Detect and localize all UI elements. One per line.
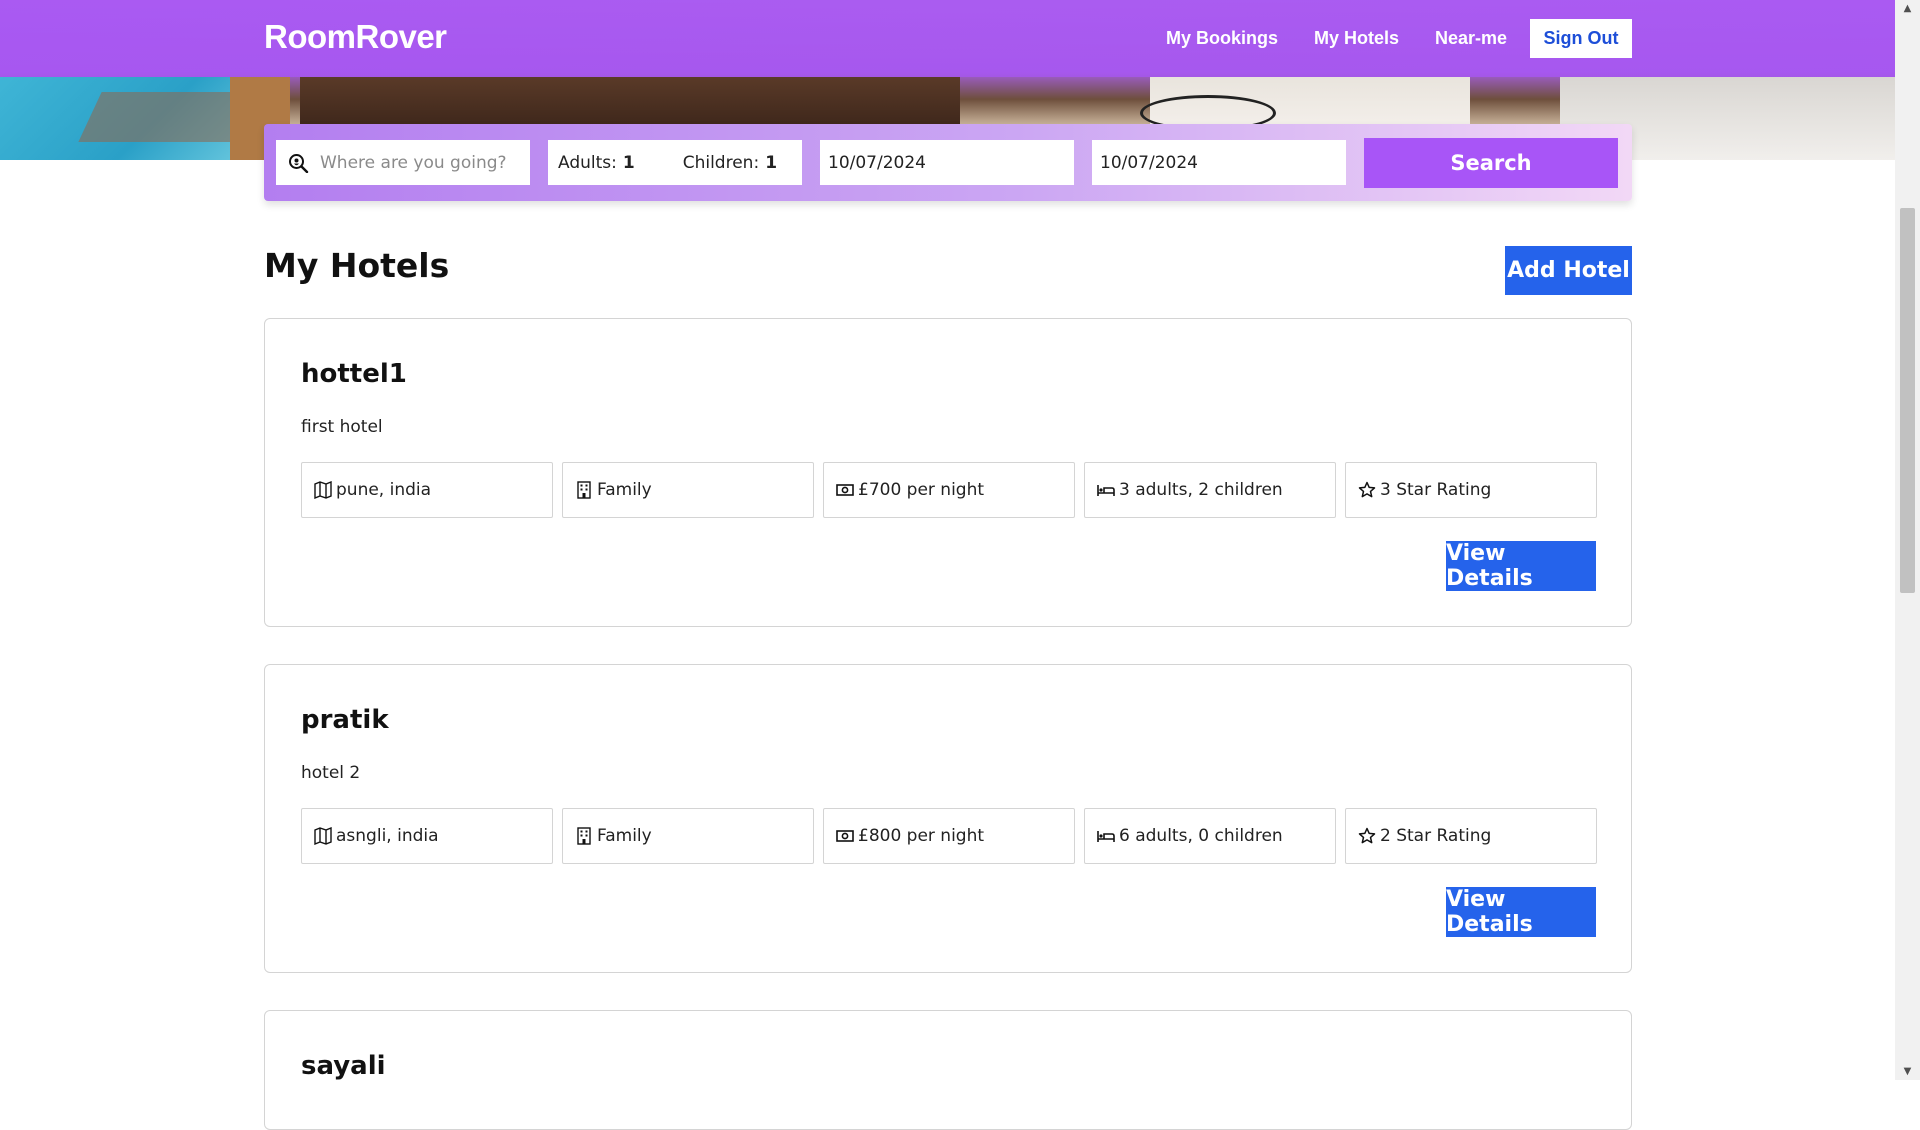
search-button[interactable]: Search bbox=[1364, 138, 1618, 188]
hotel-name: pratik bbox=[301, 705, 389, 735]
add-hotel-button[interactable]: Add Hotel bbox=[1505, 246, 1632, 295]
view-details-button[interactable]: View Details bbox=[1446, 541, 1596, 591]
building-icon bbox=[575, 827, 593, 845]
building-icon bbox=[575, 481, 593, 499]
hotel-type-text: Family bbox=[597, 480, 652, 500]
bed-icon bbox=[1097, 481, 1115, 499]
hotel-card: sayali bbox=[264, 1010, 1632, 1130]
page-scrollbar[interactable]: ▲ ▼ bbox=[1895, 0, 1920, 1080]
page-title: My Hotels bbox=[264, 246, 450, 285]
hotel-name: sayali bbox=[301, 1051, 386, 1081]
star-icon bbox=[1358, 827, 1376, 845]
star-icon bbox=[1358, 481, 1376, 499]
hotel-price-text: £800 per night bbox=[858, 826, 985, 846]
hotel-guests-text: 3 adults, 2 children bbox=[1119, 480, 1283, 500]
hotel-description: hotel 2 bbox=[301, 763, 361, 783]
hotel-price: £700 per night bbox=[823, 462, 1075, 518]
money-icon bbox=[836, 827, 854, 845]
hotel-rating: 3 Star Rating bbox=[1345, 462, 1597, 518]
sign-out-button[interactable]: Sign Out bbox=[1530, 19, 1632, 58]
adults-value[interactable]: 1 bbox=[623, 153, 635, 173]
check-out-date-input[interactable]: 10/07/2024 bbox=[1092, 140, 1346, 185]
bed-icon bbox=[1097, 827, 1115, 845]
hotel-name: hottel1 bbox=[301, 359, 407, 389]
hotel-rating-text: 3 Star Rating bbox=[1380, 480, 1492, 500]
nav-my-bookings[interactable]: My Bookings bbox=[1166, 28, 1278, 49]
hotel-type: Family bbox=[562, 808, 814, 864]
hotel-price: £800 per night bbox=[823, 808, 1075, 864]
hotel-details: pune, india Family £700 per night 3 adul… bbox=[301, 462, 1597, 518]
top-navbar: RoomRover My Bookings My Hotels Near-me … bbox=[0, 0, 1895, 77]
destination-input[interactable]: Where are you going? bbox=[276, 140, 530, 185]
nav-near-me[interactable]: Near-me bbox=[1435, 28, 1507, 49]
hotel-type-text: Family bbox=[597, 826, 652, 846]
adults-label: Adults: bbox=[558, 152, 617, 173]
view-details-button[interactable]: View Details bbox=[1446, 887, 1596, 937]
hotel-guests-text: 6 adults, 0 children bbox=[1119, 826, 1283, 846]
hotel-details: asngli, india Family £800 per night 6 ad… bbox=[301, 808, 1597, 864]
hotel-guests: 6 adults, 0 children bbox=[1084, 808, 1336, 864]
hotel-type: Family bbox=[562, 462, 814, 518]
children-value[interactable]: 1 bbox=[765, 153, 777, 173]
search-bar: Where are you going? Adults: 1 Children:… bbox=[264, 124, 1632, 201]
hotel-card: pratik hotel 2 asngli, india Family £800… bbox=[264, 664, 1632, 973]
hotel-location: asngli, india bbox=[301, 808, 553, 864]
hotel-location-text: pune, india bbox=[336, 480, 432, 500]
hotel-location: pune, india bbox=[301, 462, 553, 518]
hotel-location-text: asngli, india bbox=[336, 826, 439, 846]
search-location-icon bbox=[288, 153, 310, 173]
hero-image-table bbox=[300, 77, 960, 127]
map-icon bbox=[314, 481, 332, 499]
hotel-guests: 3 adults, 2 children bbox=[1084, 462, 1336, 518]
hotel-description: first hotel bbox=[301, 417, 383, 437]
scroll-up-arrow-icon[interactable]: ▲ bbox=[1895, 0, 1920, 17]
hotel-rating: 2 Star Rating bbox=[1345, 808, 1597, 864]
destination-placeholder: Where are you going? bbox=[320, 152, 507, 173]
children-label: Children: bbox=[682, 152, 760, 173]
hotel-rating-text: 2 Star Rating bbox=[1380, 826, 1492, 846]
map-icon bbox=[314, 827, 332, 845]
hotel-price-text: £700 per night bbox=[858, 480, 985, 500]
guests-field[interactable]: Adults: 1 Children: 1 bbox=[548, 140, 802, 185]
money-icon bbox=[836, 481, 854, 499]
hotel-card: hottel1 first hotel pune, india Family £… bbox=[264, 318, 1632, 627]
nav-my-hotels[interactable]: My Hotels bbox=[1314, 28, 1399, 49]
check-in-date-input[interactable]: 10/07/2024 bbox=[820, 140, 1074, 185]
scrollbar-thumb[interactable] bbox=[1900, 208, 1915, 593]
site-logo[interactable]: RoomRover bbox=[264, 18, 447, 56]
scroll-down-arrow-icon[interactable]: ▼ bbox=[1895, 1063, 1920, 1080]
